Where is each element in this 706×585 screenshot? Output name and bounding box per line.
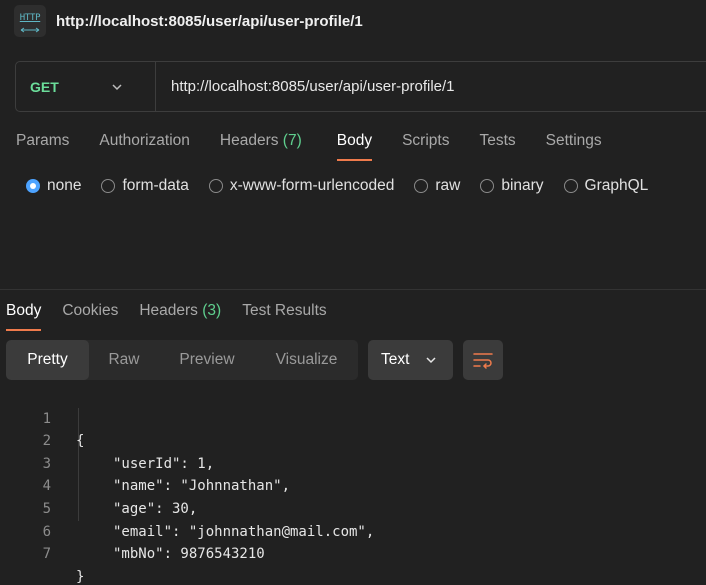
radio-icon[interactable]	[208, 179, 223, 193]
format-label: Text	[381, 351, 410, 368]
http-icon-label: HTTP	[19, 13, 41, 23]
code-line: 3 "name": "Johnnathan",	[0, 430, 706, 495]
request-title[interactable]: http://localhost:8085/user/api/user-prof…	[56, 13, 363, 30]
code-text: "mbNo": 9876543210	[113, 546, 265, 563]
view-pretty-button[interactable]: Pretty	[6, 340, 89, 380]
code-line: 2 "userId": 1,	[0, 408, 706, 472]
radio-icon[interactable]	[563, 179, 578, 193]
api-client-window: HTTP http://localhost:8085/user/api/user…	[0, 0, 706, 585]
wrap-lines-button[interactable]	[463, 340, 503, 380]
radio-none[interactable]: none	[26, 177, 81, 195]
chevron-down-icon	[112, 83, 122, 90]
tab-body[interactable]: Body	[336, 125, 373, 161]
view-preview-button[interactable]: Preview	[159, 340, 255, 380]
tab-label: Cookies	[62, 302, 119, 319]
tab-scripts[interactable]: Scripts	[402, 125, 449, 161]
tab-label: Body	[336, 132, 373, 149]
pane-divider[interactable]	[0, 289, 706, 290]
url-bar: GET	[15, 61, 706, 112]
response-tabs: Body Cookies Headers (3) Test Results	[6, 295, 327, 331]
http-request-icon: HTTP	[14, 5, 46, 37]
radio-form-data[interactable]: form-data	[101, 177, 189, 195]
headers-count: (7)	[282, 132, 302, 149]
code-text: }	[76, 568, 85, 585]
tab-settings[interactable]: Settings	[546, 125, 602, 161]
tab-label: Test Results	[242, 302, 327, 319]
method-label: GET	[30, 78, 59, 95]
radio-x-www-form-urlencoded[interactable]: x-www-form-urlencoded	[208, 177, 395, 195]
tab-params[interactable]: Params	[16, 125, 69, 161]
radio-raw[interactable]: raw	[414, 177, 460, 195]
radio-binary[interactable]: binary	[480, 177, 544, 195]
request-tabs: Params Authorization Headers (7) Body Sc…	[0, 125, 602, 161]
response-tab-cookies[interactable]: Cookies	[62, 295, 118, 331]
code-line: 4 "age": 30,	[0, 453, 706, 517]
tab-headers[interactable]: Headers (7)	[220, 125, 302, 161]
code-line: 7 }	[0, 521, 706, 585]
tab-label: Body	[6, 302, 42, 319]
url-input[interactable]	[156, 62, 706, 111]
tab-label: Authorization	[99, 132, 190, 149]
radio-label: x-www-form-urlencoded	[229, 177, 395, 194]
response-tab-headers[interactable]: Headers (3)	[139, 295, 221, 331]
response-tab-body[interactable]: Body	[6, 295, 42, 331]
code-line: 1 {	[0, 385, 706, 450]
radio-icon[interactable]	[101, 179, 116, 193]
tab-label: Params	[16, 132, 70, 149]
body-type-options: none form-data x-www-form-urlencoded raw…	[26, 176, 668, 196]
request-title-bar: HTTP http://localhost:8085/user/api/user…	[14, 5, 363, 37]
radio-selected-icon[interactable]	[26, 179, 40, 193]
radio-label: none	[47, 177, 82, 194]
tab-label: Tests	[479, 132, 516, 149]
tab-label: Settings	[545, 132, 602, 149]
view-visualize-button[interactable]: Visualize	[255, 340, 358, 380]
code-line: 5 "email": "johnnathan@mail.com",	[0, 475, 706, 540]
tab-label: Headers	[139, 302, 198, 319]
chevron-down-icon	[426, 357, 436, 364]
radio-icon[interactable]	[414, 179, 429, 193]
method-select[interactable]: GET	[16, 62, 156, 111]
response-format-select[interactable]: Text	[368, 340, 453, 380]
tab-label: Headers	[219, 132, 279, 149]
radio-label: binary	[501, 177, 544, 194]
view-raw-button[interactable]: Raw	[89, 340, 159, 380]
line-number: 7	[42, 546, 51, 563]
radio-graphql[interactable]: GraphQL	[563, 177, 649, 195]
wrap-lines-icon	[473, 353, 493, 369]
view-mode-selector: Pretty Raw Preview Visualize	[6, 340, 358, 380]
response-headers-count: (3)	[202, 302, 222, 319]
tab-label: Scripts	[402, 132, 450, 149]
tab-tests[interactable]: Tests	[479, 125, 515, 161]
response-body-code[interactable]: 1 { 2 "userId": 1, 3 "name": "Johnnathan…	[0, 385, 706, 585]
radio-label: GraphQL	[584, 177, 649, 194]
arrows-icon	[20, 27, 40, 33]
radio-label: raw	[435, 177, 461, 194]
tab-authorization[interactable]: Authorization	[99, 125, 189, 161]
radio-icon[interactable]	[480, 179, 495, 193]
radio-label: form-data	[122, 177, 189, 194]
response-tab-test-results[interactable]: Test Results	[242, 295, 326, 331]
code-line: 6 "mbNo": 9876543210	[0, 498, 706, 563]
